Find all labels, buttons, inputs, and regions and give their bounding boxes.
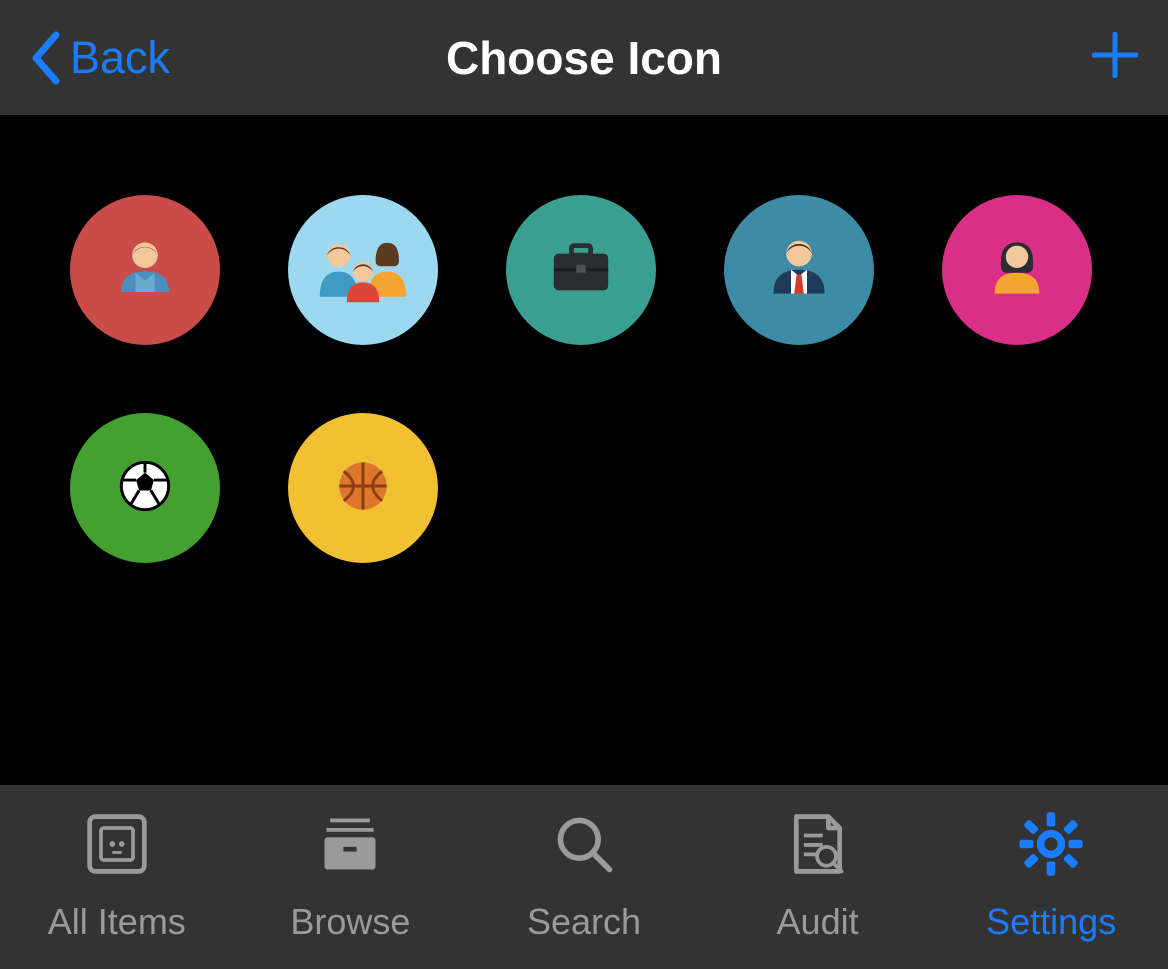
tab-search[interactable]: Search (467, 807, 701, 943)
tab-label: All Items (48, 901, 186, 943)
user-female-icon (977, 228, 1057, 313)
back-button[interactable]: Back (30, 31, 170, 85)
tab-audit[interactable]: Audit (701, 807, 935, 943)
basketball-icon (326, 449, 400, 528)
audit-icon (785, 807, 851, 881)
icon-option-businessman[interactable] (724, 195, 874, 345)
chevron-left-icon (30, 31, 60, 85)
tab-label: Browse (290, 901, 410, 943)
icon-grid-container (0, 115, 1168, 785)
search-icon (551, 807, 617, 881)
icon-option-soccer[interactable] (70, 413, 220, 563)
add-button[interactable] (1092, 32, 1138, 83)
tabbar: All Items Browse Search Audit Settings (0, 785, 1168, 969)
icon-option-briefcase[interactable] (506, 195, 656, 345)
icon-option-person-red[interactable] (70, 195, 220, 345)
safe-icon (84, 807, 150, 881)
tab-browse[interactable]: Browse (234, 807, 468, 943)
tab-settings[interactable]: Settings (934, 807, 1168, 943)
page-title: Choose Icon (446, 31, 722, 85)
plus-icon (1092, 65, 1138, 82)
icon-option-woman[interactable] (942, 195, 1092, 345)
back-label: Back (70, 32, 170, 84)
user-tie-icon (759, 228, 839, 313)
icon-option-basketball[interactable] (288, 413, 438, 563)
tab-label: Search (527, 901, 641, 943)
icon-option-family[interactable] (288, 195, 438, 345)
tab-label: Settings (986, 901, 1116, 943)
user-family-icon (308, 223, 418, 318)
navbar: Back Choose Icon (0, 0, 1168, 115)
soccer-ball-icon (108, 449, 182, 528)
icon-grid (70, 195, 1098, 563)
gear-icon (1018, 807, 1084, 881)
browse-icon (317, 807, 383, 881)
user-single-icon (105, 228, 185, 313)
tab-all-items[interactable]: All Items (0, 807, 234, 943)
tab-label: Audit (777, 901, 859, 943)
briefcase-icon (541, 228, 621, 313)
